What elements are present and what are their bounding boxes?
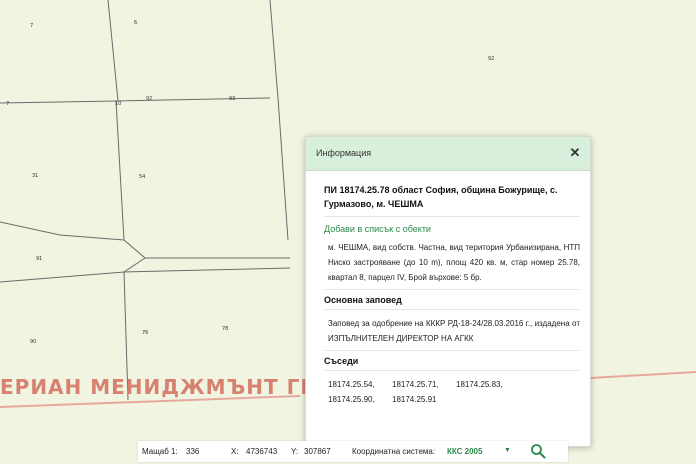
order-heading: Основна заповед	[324, 295, 580, 310]
info-panel: Информация ✕ ПИ 18174.25.78 област София…	[305, 136, 591, 447]
parcel-description: м. ЧЕШМА, вид собств. Частна, вид терито…	[324, 240, 580, 290]
parcel-number: 92	[146, 96, 152, 102]
parcel-number: 90	[30, 339, 36, 345]
chevron-down-icon[interactable]: ▼	[504, 447, 511, 454]
parcel-number: 6	[134, 20, 137, 26]
info-panel-header: Информация ✕	[306, 137, 590, 171]
parcel-boundary	[115, 100, 125, 241]
cadastre-border	[589, 371, 696, 379]
scale-label: Мащаб 1:	[142, 447, 178, 456]
neighbors-list: 18174.25.54, 18174.25.71, 18174.25.83, 1…	[324, 377, 580, 407]
neighbor-parcel: 18174.25.83,	[456, 380, 503, 389]
parcel-number: 54	[139, 174, 145, 180]
order-text: Заповед за одобрение на КККР РД-18-24/28…	[324, 316, 580, 351]
parcel-boundary	[0, 267, 291, 283]
parcel-number: 93	[229, 96, 235, 102]
parcel-number: 78	[222, 326, 228, 332]
parcel-number: 76	[142, 330, 148, 336]
parcel-number: 91	[36, 256, 42, 262]
crs-select[interactable]: ККС 2005	[447, 447, 482, 456]
info-panel-title: Информация	[316, 148, 372, 158]
neighbor-parcel: 18174.25.71,	[392, 380, 439, 389]
parcel-number: 7	[30, 23, 33, 29]
crs-label: Координатна система:	[352, 447, 436, 456]
parcel-boundary	[123, 239, 146, 273]
neighbors-heading: Съседи	[324, 356, 580, 371]
parcel-title: ПИ 18174.25.78 област София, община Божу…	[324, 183, 580, 217]
parcel-number: 10	[115, 101, 121, 107]
neighbor-parcel: 18174.25.54,	[328, 380, 375, 389]
close-icon[interactable]: ✕	[568, 145, 582, 161]
neighbor-parcel: 18174.25.90,	[328, 395, 375, 404]
map-statusbar: Мащаб 1: 336 X: 4736743 Y: 307867 Коорди…	[138, 441, 568, 462]
parcel-number: 92	[488, 56, 494, 62]
parcel-boundary	[269, 0, 279, 99]
y-coordinate-value: 307867	[304, 447, 331, 456]
map-watermark: ЕРИАН МЕНИДЖМЪНТ ГРУП	[0, 375, 351, 399]
parcel-boundary	[277, 97, 289, 241]
parcel-boundary	[107, 0, 119, 102]
x-coordinate-value: 4736743	[246, 447, 278, 456]
parcel-boundary	[0, 221, 125, 241]
add-to-list-link[interactable]: Добави в списък с обекти	[324, 224, 580, 234]
parcel-number: 31	[32, 173, 38, 179]
x-coordinate-label: X:	[231, 447, 239, 456]
scale-value: 336	[186, 447, 200, 456]
search-icon[interactable]	[530, 443, 546, 459]
y-coordinate-label: Y:	[291, 447, 299, 456]
neighbor-parcel: 18174.25.91	[392, 395, 437, 404]
parcel-number: 7	[6, 101, 9, 107]
